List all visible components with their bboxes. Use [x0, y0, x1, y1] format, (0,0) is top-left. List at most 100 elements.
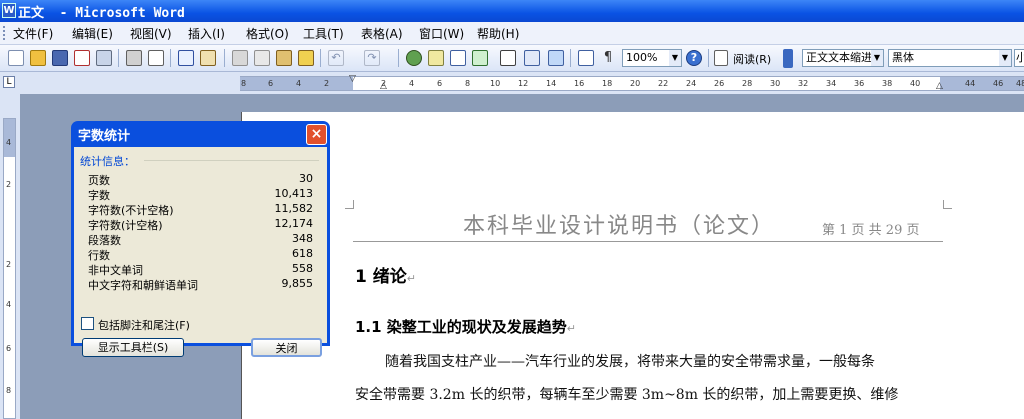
stat-value: 30: [299, 172, 313, 185]
ruler-number: 20: [630, 79, 641, 88]
paste-icon[interactable]: [276, 50, 292, 66]
body-paragraph-line-1[interactable]: 随着我国支柱产业——汽车行业的发展，将带来大量的安全带需求量，一般每条: [385, 351, 875, 371]
word-count-dialog: 字数统计 × 统计信息： 页数 30 字数 10,413 字符数(不计空格) 11,5…: [71, 121, 330, 357]
drawing-icon[interactable]: [524, 50, 540, 66]
heading-2[interactable]: 1.1 染整工业的现状及发展趋势↵: [355, 316, 576, 337]
right-indent-icon[interactable]: △: [936, 81, 943, 91]
insert-table-icon[interactable]: [450, 50, 466, 66]
chevron-down-icon[interactable]: ▼: [871, 50, 883, 66]
read-mode-button[interactable]: 阅读(R): [733, 51, 771, 67]
stat-value: 348: [292, 232, 313, 245]
stat-row: 段落数 348: [88, 232, 313, 247]
body-paragraph-line-2[interactable]: 安全带需要 3.2m 长的织带，每辆车至少需要 3m~8m 长的织带，加上需要更…: [355, 384, 898, 404]
font-size-value: 小: [1016, 51, 1024, 64]
ruler-number: 14: [546, 79, 557, 88]
ruler-number: 16: [574, 79, 585, 88]
vertical-ruler[interactable]: 4 2 2 4 6 8: [0, 94, 20, 419]
heading-1[interactable]: 1 绪论↵: [355, 262, 416, 287]
print-preview-icon[interactable]: [148, 50, 164, 66]
font-value: 黑体: [892, 51, 914, 64]
stat-row: 行数 618: [88, 247, 313, 262]
save-icon[interactable]: [52, 50, 68, 66]
toolbar-separator: [224, 49, 225, 67]
tables-borders-icon[interactable]: [428, 50, 444, 66]
menu-edit[interactable]: 编辑(E): [72, 25, 113, 42]
zoom-select[interactable]: 100% ▼: [622, 49, 682, 67]
menu-grip[interactable]: [3, 26, 8, 40]
toolbar-separator: [320, 49, 321, 67]
hanging-indent-icon[interactable]: △: [380, 81, 387, 91]
columns-icon[interactable]: [500, 50, 516, 66]
menu-view[interactable]: 视图(V): [130, 25, 172, 42]
font-size-select[interactable]: 小: [1014, 49, 1024, 67]
word-app-icon[interactable]: W: [2, 3, 16, 18]
ruler-number: 6: [268, 79, 274, 88]
close-button[interactable]: 关闭: [251, 338, 322, 357]
include-footnotes-label[interactable]: 包括脚注和尾注(F): [98, 317, 190, 333]
tab-selector-icon[interactable]: L: [3, 76, 15, 88]
include-footnotes-checkbox[interactable]: [81, 317, 94, 330]
undo-icon[interactable]: ↶: [328, 50, 344, 66]
ruler-number: 40: [910, 79, 921, 88]
horizontal-ruler[interactable]: 8 6 4 2 2 4 6 8 10 12 14 16 18 20 22 24 …: [240, 74, 1024, 91]
standard-toolbar: ↶ ↷ ¶ 100% ▼ ? 阅读(R) 正文文本缩进 ▼ 黑体 ▼ 小: [0, 45, 1024, 72]
spelling-icon[interactable]: [178, 50, 194, 66]
stat-row: 非中文单词 558: [88, 262, 313, 277]
statistics-group-label: 统计信息：: [80, 155, 135, 168]
cut-icon[interactable]: [232, 50, 248, 66]
document-map-icon[interactable]: [548, 50, 564, 66]
permission-icon[interactable]: [74, 50, 90, 66]
stat-value: 10,413: [274, 187, 314, 200]
ruler-number: 46: [993, 79, 1004, 88]
hyperlink-icon[interactable]: [406, 50, 422, 66]
menu-format[interactable]: 格式(O): [246, 25, 289, 42]
copy-icon[interactable]: [254, 50, 270, 66]
menu-table[interactable]: 表格(A): [361, 25, 403, 42]
ruler-number: 48: [1016, 79, 1024, 88]
email-icon[interactable]: [96, 50, 112, 66]
ruler-number: 4: [409, 79, 415, 88]
help-icon[interactable]: ?: [686, 50, 702, 66]
show-toolbar-button[interactable]: 显示工具栏(S): [82, 338, 184, 357]
paragraph-mark-icon[interactable]: ¶: [600, 50, 616, 66]
vruler-number: 4: [6, 300, 12, 309]
stat-row: 字数 10,413: [88, 187, 314, 202]
ruler-number: 34: [826, 79, 837, 88]
ruler-margin-right: [940, 77, 1024, 90]
format-painter-icon[interactable]: [298, 50, 314, 66]
redo-icon[interactable]: ↷: [364, 50, 380, 66]
open-folder-icon[interactable]: [30, 50, 46, 66]
research-icon[interactable]: [200, 50, 216, 66]
ruler-number: 26: [714, 79, 725, 88]
toolbar-options-icon[interactable]: [783, 49, 793, 68]
print-icon[interactable]: [126, 50, 142, 66]
ruler-number: 6: [437, 79, 443, 88]
chevron-down-icon[interactable]: ▼: [669, 50, 681, 66]
menu-insert[interactable]: 插入(I): [188, 25, 225, 42]
menu-tools[interactable]: 工具(T): [303, 25, 344, 42]
chevron-down-icon[interactable]: ▼: [999, 50, 1011, 66]
stat-label: 段落数: [88, 234, 121, 247]
first-line-indent-icon[interactable]: ▽: [349, 74, 356, 84]
stat-row: 中文字符和朝鲜语单词 9,855: [88, 277, 314, 292]
header-divider: [353, 241, 943, 242]
toolbar-separator: [570, 49, 571, 67]
style-select[interactable]: 正文文本缩进 ▼: [802, 49, 884, 67]
window-title: 正文 - Microsoft Word: [18, 6, 185, 21]
close-icon[interactable]: ×: [306, 124, 327, 145]
insert-excel-icon[interactable]: [472, 50, 488, 66]
menu-file[interactable]: 文件(F): [13, 25, 53, 42]
stat-value: 11,582: [274, 202, 314, 215]
stat-row: 字符数(不计空格) 11,582: [88, 202, 314, 217]
menu-window[interactable]: 窗口(W): [419, 25, 464, 42]
menu-help[interactable]: 帮助(H): [477, 25, 519, 42]
new-document-icon[interactable]: [8, 50, 24, 66]
menu-bar: 文件(F) 编辑(E) 视图(V) 插入(I) 格式(O) 工具(T) 表格(A…: [0, 22, 1024, 45]
font-select[interactable]: 黑体 ▼: [888, 49, 1012, 67]
stat-value: 618: [292, 247, 313, 260]
show-hide-icon[interactable]: [578, 50, 594, 66]
ruler-number: 24: [686, 79, 697, 88]
stat-label: 中文字符和朝鲜语单词: [88, 279, 198, 292]
stat-value: 9,855: [281, 277, 314, 290]
header-page-number: 第 1 页 共 29 页: [822, 223, 920, 238]
